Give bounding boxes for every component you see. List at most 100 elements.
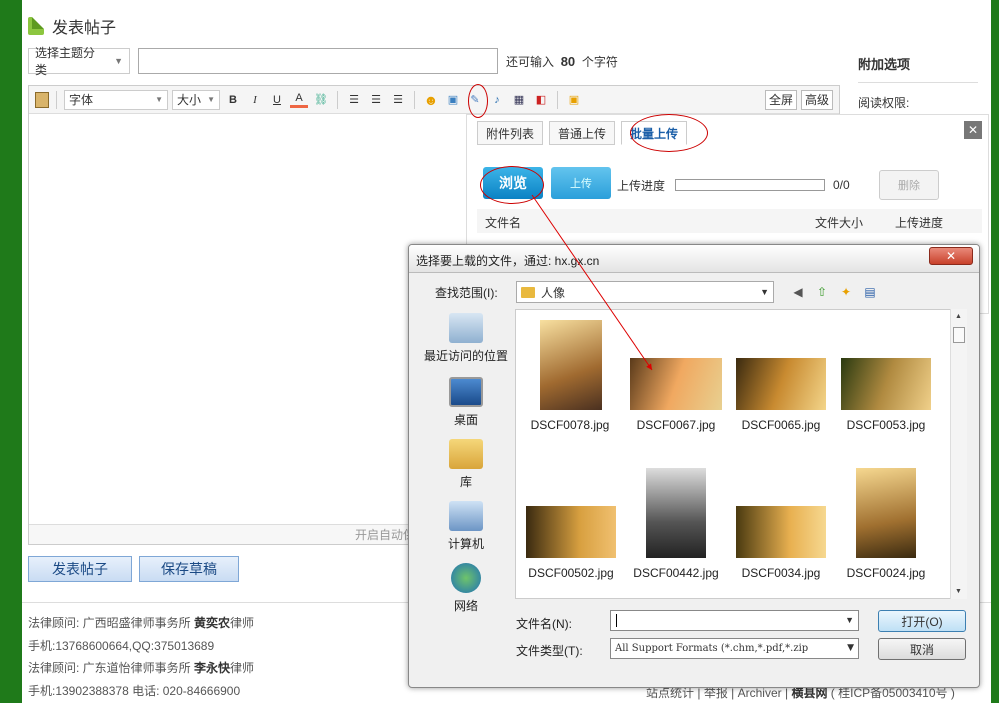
stats-link[interactable]: 站点统计 bbox=[646, 686, 694, 700]
scroll-up-icon[interactable]: ▲ bbox=[955, 313, 962, 320]
cancel-button[interactable]: 取消 bbox=[878, 638, 966, 660]
place-library[interactable]: 库 bbox=[417, 439, 515, 490]
filetype-select[interactable]: All Support Formats (*.chm,*.pdf,*.zip ▼ bbox=[610, 638, 859, 659]
paste-icon[interactable] bbox=[35, 91, 49, 108]
file-name[interactable]: DSCF0065.jpg bbox=[731, 418, 831, 432]
category-select[interactable]: 选择主题分类 ▼ bbox=[28, 46, 130, 77]
file-thumbnail[interactable] bbox=[736, 358, 826, 410]
places-bar: 最近访问的位置 桌面 库 计算机 网络 bbox=[417, 307, 515, 613]
back-icon[interactable]: ◀ bbox=[789, 283, 807, 301]
scroll-down-icon[interactable]: ▼ bbox=[955, 588, 962, 595]
file-thumbnail[interactable] bbox=[841, 358, 931, 410]
page-title: 发表帖子 bbox=[28, 14, 116, 38]
image-icon[interactable]: ▣ bbox=[444, 91, 462, 109]
file-name[interactable]: DSCF0067.jpg bbox=[626, 418, 726, 432]
site-link[interactable]: 横县网 bbox=[791, 686, 827, 700]
file-thumbnail[interactable] bbox=[856, 468, 916, 558]
subject-input[interactable] bbox=[138, 48, 498, 74]
upload-button[interactable]: 上传 bbox=[551, 167, 611, 199]
file-thumbnail[interactable] bbox=[646, 468, 706, 558]
tab-attachment-list[interactable]: 附件列表 bbox=[477, 121, 544, 145]
col-filename: 文件名 bbox=[485, 216, 522, 230]
file-name[interactable]: DSCF00442.jpg bbox=[626, 566, 726, 580]
font-select[interactable]: 字体 ▼ bbox=[64, 89, 168, 110]
place-network-label: 网络 bbox=[453, 599, 478, 613]
size-select[interactable]: 大小 ▼ bbox=[172, 89, 220, 110]
footer-line-3-suffix: 律师 bbox=[230, 661, 255, 675]
music-icon[interactable]: ♪ bbox=[488, 91, 506, 109]
folder-icon bbox=[521, 286, 535, 298]
place-network[interactable]: 网络 bbox=[417, 563, 515, 614]
underline-button[interactable]: U bbox=[268, 91, 286, 109]
save-draft-button[interactable]: 保存草稿 bbox=[139, 556, 239, 582]
new-folder-icon[interactable]: ✦ bbox=[837, 283, 855, 301]
insert-box-icon[interactable]: ▣ bbox=[565, 91, 583, 109]
place-desktop[interactable]: 桌面 bbox=[417, 377, 515, 428]
col-progress: 上传进度 bbox=[895, 216, 944, 230]
file-thumbnail[interactable] bbox=[736, 506, 826, 558]
remaining-suffix: 个字符 bbox=[581, 54, 618, 69]
toolbar-divider bbox=[56, 90, 57, 109]
lookin-select[interactable]: 人像 ▼ bbox=[516, 281, 774, 303]
open-button[interactable]: 打开(O) bbox=[878, 610, 966, 632]
file-name[interactable]: DSCF0078.jpg bbox=[520, 418, 620, 432]
scroll-thumb[interactable] bbox=[953, 327, 965, 343]
report-link[interactable]: 举报 bbox=[704, 686, 728, 700]
file-thumbnail[interactable] bbox=[540, 320, 602, 410]
footer-line-3: 法律顾问: 广东道怡律师事务所 李永快律师 bbox=[28, 657, 254, 680]
filename-label: 文件名(N): bbox=[516, 617, 572, 631]
footer-line-1: 法律顾问: 广西昭盛律师事务所 黄奕农律师 bbox=[28, 612, 254, 635]
submit-post-button[interactable]: 发表帖子 bbox=[28, 556, 132, 582]
place-recent[interactable]: 最近访问的位置 bbox=[417, 313, 515, 364]
italic-button[interactable]: I bbox=[246, 91, 264, 109]
desktop-icon bbox=[449, 377, 483, 407]
dialog-titlebar[interactable]: 选择要上载的文件，通过: hx.gx.cn ✕ bbox=[409, 245, 979, 273]
filetype-label: 文件类型(T): bbox=[516, 644, 583, 658]
tab-normal-upload[interactable]: 普通上传 bbox=[549, 121, 616, 145]
file-list-scrollbar[interactable]: ▲ ▼ bbox=[950, 309, 967, 599]
file-thumbnail[interactable] bbox=[526, 506, 616, 558]
file-name[interactable]: DSCF00502.jpg bbox=[521, 566, 621, 580]
chevron-down-icon[interactable]: ▼ bbox=[845, 615, 854, 625]
advanced-button[interactable]: 高级 bbox=[800, 89, 833, 110]
chevron-down-icon: ▼ bbox=[845, 643, 854, 653]
footer-line-3-name: 李永快 bbox=[194, 661, 231, 675]
file-name[interactable]: DSCF0053.jpg bbox=[836, 418, 936, 432]
remaining-chars: 还可输入 80 个字符 bbox=[506, 53, 618, 70]
flash-icon[interactable]: ◧ bbox=[532, 91, 550, 109]
align-right-icon[interactable]: ☰ bbox=[389, 91, 407, 109]
video-icon[interactable]: ▦ bbox=[510, 91, 528, 109]
remaining-count: 80 bbox=[560, 53, 576, 69]
file-open-dialog: 选择要上载的文件，通过: hx.gx.cn ✕ 查找范围(I): 人像 ▼ ◀ … bbox=[408, 244, 980, 688]
delete-button[interactable]: 删除 bbox=[879, 170, 939, 200]
footer-line-2: 手机:13768600664,QQ:375013689 bbox=[28, 638, 215, 653]
file-name[interactable]: DSCF0024.jpg bbox=[836, 566, 936, 580]
place-desktop-label: 桌面 bbox=[453, 413, 478, 427]
chevron-down-icon: ▼ bbox=[760, 287, 769, 297]
footer-line-1-name: 黄奕农 bbox=[194, 616, 231, 630]
footer-line-3-prefix: 法律顾问: 广东道怡律师事务所 bbox=[28, 661, 191, 675]
emoji-icon[interactable]: ☻ bbox=[422, 91, 440, 109]
archiver-link[interactable]: Archiver bbox=[738, 686, 782, 700]
up-folder-icon[interactable]: ⇧ bbox=[813, 283, 831, 301]
font-color-button[interactable]: A bbox=[290, 92, 308, 108]
align-center-icon[interactable]: ☰ bbox=[367, 91, 385, 109]
dialog-nav-icons: ◀ ⇧ ✦ ▤ bbox=[789, 283, 879, 301]
link-icon[interactable]: ⛓ bbox=[312, 91, 330, 109]
computer-icon bbox=[449, 501, 483, 531]
file-thumbnail[interactable] bbox=[630, 358, 722, 410]
close-icon[interactable]: ✕ bbox=[929, 247, 973, 265]
dialog-title: 选择要上载的文件，通过: hx.gx.cn bbox=[416, 254, 600, 268]
upload-file-header: 文件名 文件大小 上传进度 bbox=[477, 209, 982, 233]
bold-button[interactable]: B bbox=[224, 91, 242, 109]
place-computer[interactable]: 计算机 bbox=[417, 501, 515, 552]
filename-input[interactable]: ▼ bbox=[610, 610, 859, 631]
align-left-icon[interactable]: ☰ bbox=[345, 91, 363, 109]
file-name[interactable]: DSCF0034.jpg bbox=[731, 566, 831, 580]
upload-progress-label: 上传进度 bbox=[617, 179, 666, 193]
fullscreen-button[interactable]: 全屏 bbox=[764, 89, 797, 110]
close-icon[interactable]: ✕ bbox=[964, 121, 982, 139]
icp-link[interactable]: ( 桂ICP备05003410号 ) bbox=[831, 686, 955, 700]
footer: 法律顾问: 广西昭盛律师事务所 黄奕农律师 手机:13768600664,QQ:… bbox=[28, 612, 254, 702]
view-menu-icon[interactable]: ▤ bbox=[861, 283, 879, 301]
